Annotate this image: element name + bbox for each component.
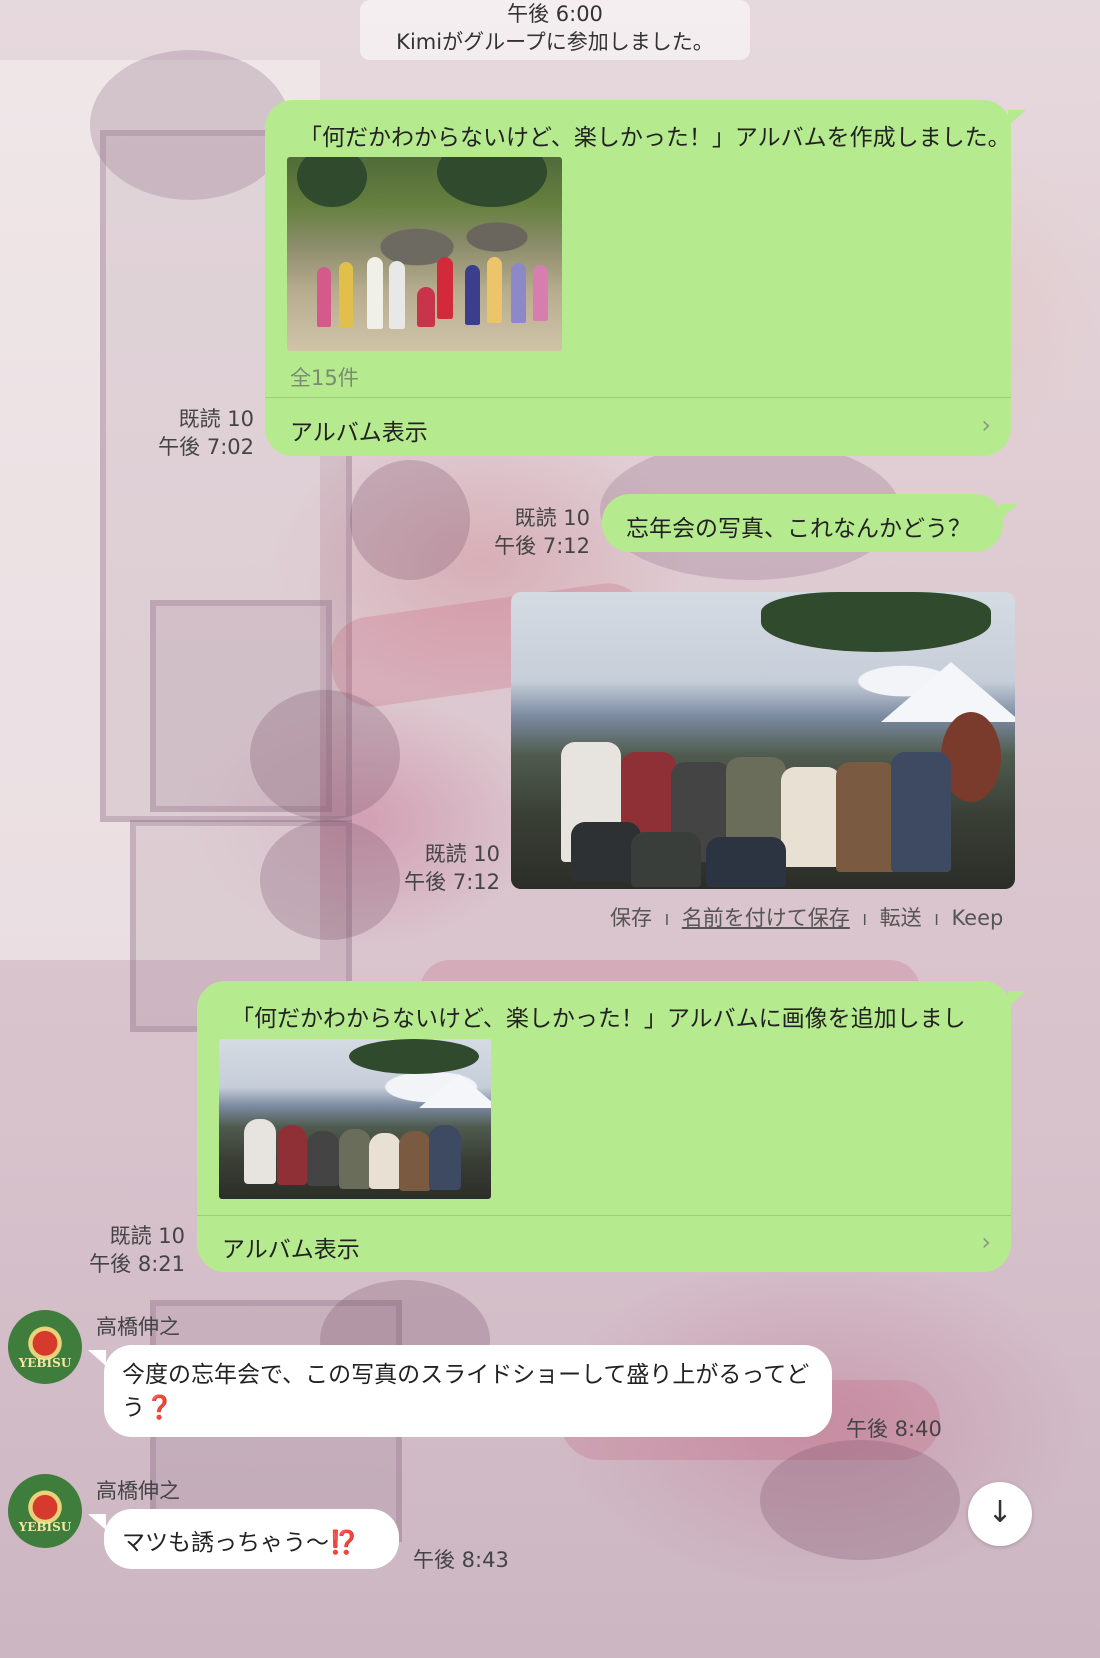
message-text-content: マツも誘っちゃう〜: [122, 1530, 329, 1556]
chevron-right-icon: ›: [981, 1228, 991, 1256]
save-as-link[interactable]: 名前を付けて保存: [682, 906, 850, 930]
system-notice-text: Kimiがグループに参加しました。: [396, 30, 714, 54]
shared-photo[interactable]: [511, 592, 1015, 889]
album-thumbnail[interactable]: [219, 1039, 491, 1199]
message-meta: 既読 10 午後 7:12: [300, 840, 500, 896]
save-link[interactable]: 保存: [610, 906, 652, 930]
album-title: 「何だかわからないけど、楽しかった！」アルバムを作成しました。: [299, 125, 1011, 151]
message-text: 忘年会の写真、これなんかどう？: [626, 516, 971, 542]
message-meta: 既読 10 午後 7:12: [390, 504, 590, 560]
message-time: 午後 7:12: [494, 534, 590, 558]
read-receipt: 既読 10: [178, 407, 254, 431]
separator: I: [934, 911, 939, 929]
message-time: 午後 8:43: [413, 1548, 509, 1572]
message-time: 午後 7:02: [158, 435, 254, 459]
message-time: 午後 7:12: [404, 870, 500, 894]
message-text: マツも誘っちゃう〜⁉️: [122, 1523, 358, 1557]
separator: I: [664, 911, 670, 929]
read-receipt: 既読 10: [424, 842, 500, 866]
read-receipt: 既読 10: [109, 1224, 185, 1248]
view-album-link[interactable]: アルバム表示: [290, 413, 428, 447]
forward-link[interactable]: 転送: [880, 906, 922, 930]
system-notice: 午後 6:00 Kimiがグループに参加しました。: [360, 0, 750, 60]
chevron-right-icon: ›: [981, 411, 991, 439]
message-bubble[interactable]: 今度の忘年会で、この写真のスライドショーして盛り上がるってどう❓: [104, 1345, 832, 1437]
album-card[interactable]: 「何だかわからないけど、楽しかった！」アルバムを作成しました。 全15件 アルバ…: [265, 100, 1011, 456]
keep-link[interactable]: Keep: [951, 906, 1003, 930]
photo-actions: 保存 I 名前を付けて保存 I 転送 I Keep: [610, 902, 1003, 932]
separator: I: [862, 911, 867, 929]
message-text: 今度の忘年会で、この写真のスライドショーして盛り上がるってどう❓: [122, 1359, 810, 1425]
exclamation-question-icon: ⁉️: [329, 1530, 358, 1556]
message-text-content: 今度の忘年会で、この写真のスライドショーして盛り上がるってどう: [122, 1362, 810, 1421]
avatar[interactable]: YEBISU: [8, 1310, 82, 1384]
sender-name: 高橋伸之: [96, 1479, 180, 1503]
message-meta: 既読 10 午後 7:02: [54, 405, 254, 461]
message-bubble[interactable]: 忘年会の写真、これなんかどう？: [602, 494, 1003, 552]
album-thumbnail[interactable]: [287, 157, 562, 351]
avatar[interactable]: YEBISU: [8, 1474, 82, 1548]
scroll-down-button[interactable]: ↓: [968, 1482, 1032, 1546]
message-time: 午後 8:21: [89, 1252, 185, 1276]
read-receipt: 既読 10: [514, 506, 590, 530]
album-card[interactable]: 「何だかわからないけど、楽しかった！」アルバムに画像を追加しました。 アルバム表…: [197, 981, 1011, 1272]
message-meta: 既読 10 午後 8:21: [0, 1222, 185, 1278]
system-time: 午後 6:00: [507, 2, 603, 26]
avatar-label: YEBISU: [18, 1520, 72, 1534]
message-time: 午後 8:40: [846, 1417, 942, 1441]
question-mark-icon: ❓: [145, 1395, 174, 1421]
sender-name: 高橋伸之: [96, 1315, 180, 1339]
message-bubble[interactable]: マツも誘っちゃう〜⁉️: [104, 1509, 399, 1569]
view-album-link[interactable]: アルバム表示: [222, 1230, 360, 1264]
album-count: 全15件: [290, 366, 359, 390]
avatar-label: YEBISU: [18, 1356, 72, 1370]
arrow-down-icon: ↓: [987, 1495, 1013, 1530]
